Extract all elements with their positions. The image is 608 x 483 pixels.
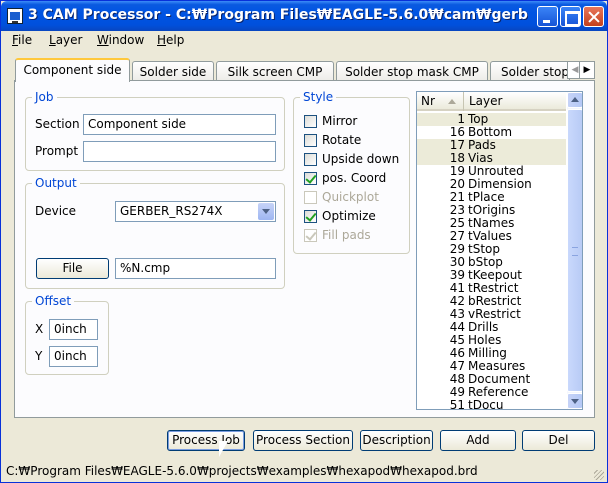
layer-nr: 51 [449,398,465,410]
offset-y-label: Y [35,349,43,363]
upside-down-label: Upside down [322,152,400,166]
output-group-title: Output [32,176,80,190]
sort-arrow-icon [448,99,456,104]
tab-component-side[interactable]: Component side [15,58,130,82]
fill-pads-check-icon [304,229,317,242]
rotate-check-icon [304,134,317,147]
layer-list-header: Nr Layer [417,92,566,111]
pos-coord-label: pos. Coord [322,171,387,185]
tab-solder-stop-mask-cmp[interactable]: Solder stop mask CMP [336,61,488,82]
scroll-up-icon[interactable] [567,92,582,108]
tab-scroll-right-icon[interactable]: ▶ [579,61,595,79]
file-button[interactable]: File [36,258,109,279]
menu-file[interactable]: File [12,33,32,47]
section-input[interactable]: Component side [83,114,276,135]
status-bar: C:₩Program Files₩EAGLE-5.6.0₩projects₩ex… [6,464,478,478]
mouse-cursor-icon [218,440,229,458]
scroll-thumb[interactable] [567,109,582,392]
device-label: Device [35,204,77,218]
maximize-button[interactable] [560,6,581,27]
offset-x-input[interactable]: 0inch [49,319,98,340]
menu-layer[interactable]: Layer [49,33,82,47]
layer-list[interactable]: Nr Layer 1 Top 16 Bottom 17 Pads 18 Vias 19 Unrou… [416,91,583,410]
mirror-label: Mirror [322,114,358,128]
device-select-value: GERBER_RS274X [120,204,223,218]
optimize-label: Optimize [322,209,376,223]
offset-y-input[interactable]: 0inch [49,346,98,367]
offset-group-title: Offset [32,294,75,308]
cam-processor-window: 3 CAM Processor - C:₩Program Files₩EAGLE… [0,0,608,483]
tab-solder-side[interactable]: Solder side [132,61,214,82]
chevron-down-icon[interactable] [258,203,274,220]
mirror-check-icon [304,115,317,128]
pos-coord-check-icon [304,172,317,185]
title-bar[interactable]: 3 CAM Processor - C:₩Program Files₩EAGLE… [1,1,607,31]
layer-list-scrollbar[interactable] [567,92,582,409]
menu-window[interactable]: Window [97,33,144,47]
description-button[interactable]: Description [360,430,433,451]
offset-x-label: X [35,322,44,336]
minimize-button[interactable] [537,6,558,27]
upside-down-check-icon [304,153,317,166]
process-job-button[interactable]: Process Job [167,430,245,451]
job-group-title: Job [32,90,57,104]
layer-name: tDocu [468,398,504,410]
tab-solder-stop[interactable]: Solder stop [490,61,570,82]
menu-bar: File Layer Window Help [2,31,607,50]
quickplot-check-icon [304,191,317,204]
style-group-title: Style [300,90,337,104]
process-section-button[interactable]: Process Section [253,430,353,451]
prompt-label: Prompt [35,144,79,158]
section-label: Section [35,117,80,131]
add-button[interactable]: Add [440,430,516,451]
layer-rows: 1 Top 16 Bottom 17 Pads 18 Vias 19 Unrouted 20 Dime… [417,113,566,410]
resize-grip-icon[interactable] [594,470,604,480]
prompt-input[interactable] [83,141,276,162]
column-nr[interactable]: Nr [417,92,464,111]
app-icon [7,8,23,24]
close-button[interactable] [583,6,604,27]
tab-silk-screen-cmp[interactable]: Silk screen CMP [216,61,334,82]
file-input[interactable]: %N.cmp [115,258,276,279]
device-select[interactable]: GERBER_RS274X [115,201,276,222]
window-title: 3 CAM Processor - C:₩Program Files₩EAGLE… [28,7,528,23]
fill-pads-label: Fill pads [322,228,371,242]
quickplot-label: Quickplot [322,190,379,204]
rotate-label: Rotate [322,133,362,147]
del-button[interactable]: Del [522,430,595,451]
optimize-check-icon [304,210,317,223]
column-layer[interactable]: Layer [465,92,506,111]
menu-help[interactable]: Help [157,33,184,47]
scroll-down-icon[interactable] [567,393,582,409]
layer-row[interactable]: 51 tDocu [417,399,566,410]
